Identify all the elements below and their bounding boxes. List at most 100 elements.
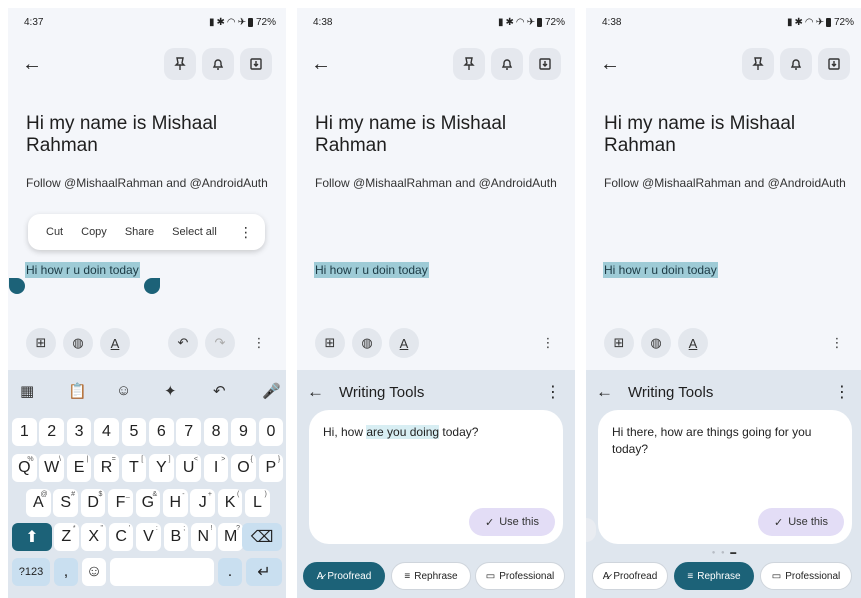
key-number[interactable]: 5 [121,418,147,446]
key-number[interactable]: 3 [66,418,92,446]
key-letter[interactable]: I > [203,454,229,482]
undo-icon[interactable]: ↶ [213,382,226,400]
key-letter[interactable]: L) [245,489,270,517]
share-menu-item[interactable]: Share [125,226,154,238]
note-body[interactable]: Follow @MishaalRahman and @AndroidAuth [315,176,557,190]
key-number[interactable]: 4 [94,418,119,446]
key-letter[interactable]: J + [190,489,215,517]
key-number[interactable]: 7 [176,418,201,446]
key-letter[interactable]: A @ [26,489,51,517]
text-format-icon[interactable]: A [100,328,130,358]
selected-text[interactable]: Hi how r u doin today [603,262,718,278]
key-letter[interactable]: X " [81,523,106,551]
selected-text[interactable]: Hi how r u doin today [25,262,140,278]
pin-icon[interactable] [164,48,196,80]
selection-handle-start[interactable] [9,278,25,294]
key-letter[interactable]: C ' [108,523,134,551]
key-letter[interactable]: R = [94,454,119,482]
copy-menu-item[interactable]: Copy [81,226,107,238]
reminder-bell-icon[interactable] [780,48,812,80]
palette-icon[interactable]: ◍ [63,328,93,358]
more-vert-icon[interactable]: ⋮ [533,328,563,358]
professional-chip[interactable]: ▭ Professional [760,562,852,590]
key-letter[interactable]: Y] [149,454,174,482]
key-letter[interactable]: M? [218,523,243,551]
key-letter[interactable]: W \ [39,454,64,482]
archive-icon[interactable] [529,48,561,80]
key-letter[interactable]: U < [176,454,201,482]
add-box-icon[interactable]: ⊞ [315,328,345,358]
key-number[interactable]: 8 [203,418,229,446]
backspace-key-icon[interactable]: ⌫ [242,523,282,551]
reminder-bell-icon[interactable] [202,48,234,80]
more-vert-icon[interactable]: ⋮ [822,328,852,358]
undo-icon[interactable]: ↶ [168,328,198,358]
back-arrow-icon[interactable]: ← [600,54,620,74]
text-format-icon[interactable]: A [389,328,419,358]
palette-icon[interactable]: ◍ [641,328,671,358]
key-letter[interactable]: O{ [231,454,256,482]
archive-icon[interactable] [818,48,850,80]
key-number[interactable]: 0 [258,418,284,446]
key-letter[interactable]: V: [136,523,161,551]
back-arrow-icon[interactable]: ← [22,54,42,74]
redo-icon[interactable]: ↷ [205,328,235,358]
text-format-icon[interactable]: A [678,328,708,358]
key-letter[interactable]: Z * [54,523,79,551]
cut-menu-item[interactable]: Cut [46,226,63,238]
note-body[interactable]: Follow @MishaalRahman and @AndroidAuth [604,176,846,190]
proofread-chip[interactable]: A̷ Proofread [303,562,385,590]
key-number[interactable]: 2 [39,418,64,446]
symbols-key[interactable]: ?123 [12,558,50,586]
add-box-icon[interactable]: ⊞ [604,328,634,358]
key-letter[interactable]: D $ [80,489,106,517]
more-vert-icon[interactable]: ⋮ [834,382,850,402]
key-number[interactable]: 6 [149,418,174,446]
apps-grid-icon[interactable]: ▦ [20,382,34,400]
note-body[interactable]: Follow @MishaalRahman and @AndroidAuth [26,176,268,190]
more-vert-icon[interactable]: ⋮ [239,224,253,241]
key-letter[interactable]: P} [258,454,284,482]
use-this-button[interactable]: ✓ Use this [469,508,555,536]
professional-chip[interactable]: ▭ Professional [475,562,565,590]
key-letter[interactable]: S # [53,489,78,517]
key-letter[interactable]: N! [191,523,216,551]
rephrase-chip[interactable]: ≡ Rephrase [674,562,754,590]
period-key[interactable]: . [218,558,242,586]
proofread-chip[interactable]: A̷ Proofread [592,562,668,590]
palette-icon[interactable]: ◍ [352,328,382,358]
emoji-key-icon[interactable]: ☺ [82,558,106,586]
use-this-button[interactable]: ✓ Use this [758,508,844,536]
key-number[interactable]: 9 [231,418,256,446]
pin-icon[interactable] [742,48,774,80]
back-arrow-icon[interactable]: ← [596,382,613,402]
selected-text[interactable]: Hi how r u doin today [314,262,429,278]
previous-suggestion-peek[interactable] [586,518,596,542]
more-vert-icon[interactable]: ⋮ [545,382,561,402]
clipboard-icon[interactable]: 📋 [68,382,87,400]
key-number[interactable]: 1 [12,418,37,446]
select-all-menu-item[interactable]: Select all [172,226,217,238]
emoji-icon[interactable]: ☺ [116,382,131,399]
key-letter[interactable]: E | [66,454,92,482]
add-box-icon[interactable]: ⊞ [26,328,56,358]
key-letter[interactable]: G & [135,489,161,517]
comma-key[interactable]: , [54,558,78,586]
enter-key-icon[interactable]: ↵ [246,558,282,586]
key-letter[interactable]: F _ [108,489,133,517]
selection-handle-end[interactable] [144,278,160,294]
archive-icon[interactable] [240,48,272,80]
rephrase-chip[interactable]: ≡ Rephrase [391,562,471,590]
key-letter[interactable]: T[ [121,454,147,482]
note-title[interactable]: Hi my name is Mishaal Rahman [26,113,281,157]
more-vert-icon[interactable]: ⋮ [244,328,274,358]
shift-key-icon[interactable]: ⬆ [12,523,52,551]
key-letter[interactable]: H- [163,489,188,517]
back-arrow-icon[interactable]: ← [307,382,324,402]
mic-icon[interactable]: 🎤 [262,382,281,400]
magic-wand-icon[interactable]: ✦ [164,382,177,400]
back-arrow-icon[interactable]: ← [311,54,331,74]
pin-icon[interactable] [453,48,485,80]
reminder-bell-icon[interactable] [491,48,523,80]
key-letter[interactable]: K( [217,489,243,517]
